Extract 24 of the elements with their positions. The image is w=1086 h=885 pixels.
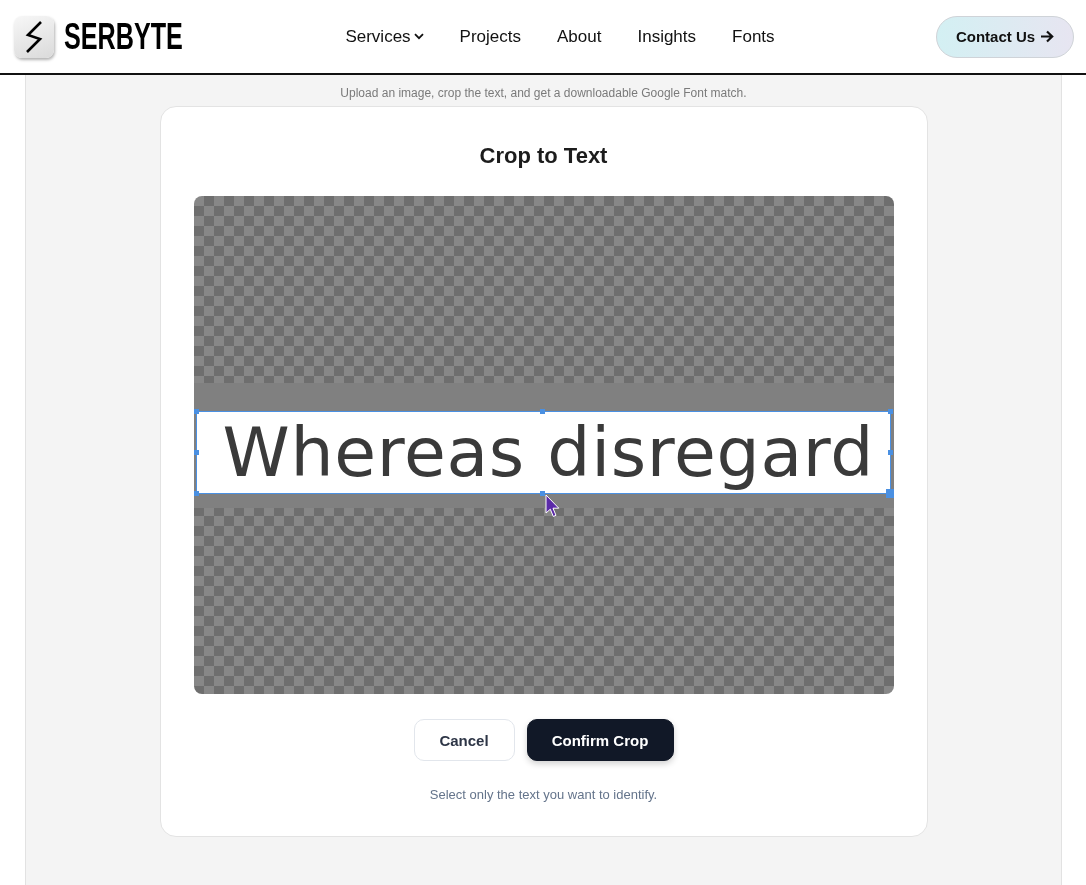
nav-link[interactable]: Services bbox=[345, 26, 424, 47]
cursor-icon bbox=[544, 494, 560, 518]
dialog-title: Crop to Text bbox=[479, 142, 608, 170]
logo-icon[interactable] bbox=[14, 15, 54, 58]
resize-handle[interactable] bbox=[193, 449, 199, 455]
brand-wordmark[interactable]: SERBYTE bbox=[64, 18, 183, 55]
arrow-right-icon bbox=[1040, 30, 1055, 43]
cancel-button[interactable]: Cancel bbox=[413, 719, 515, 761]
resize-handle[interactable] bbox=[540, 491, 545, 496]
confirm-crop-button[interactable]: Confirm Crop bbox=[526, 719, 674, 761]
hint-text: Select only the text you want to identify. bbox=[429, 786, 658, 804]
resize-handle[interactable] bbox=[193, 491, 199, 496]
resize-handle[interactable] bbox=[887, 449, 893, 455]
nav-link[interactable]: About bbox=[557, 26, 602, 47]
contact-us-button[interactable]: Contact Us bbox=[936, 15, 1074, 58]
chevron-down-icon bbox=[413, 33, 424, 40]
resize-handle[interactable] bbox=[193, 409, 199, 414]
nav-link[interactable]: Fonts bbox=[732, 26, 775, 47]
nav-link[interactable]: Projects bbox=[459, 26, 521, 47]
resize-handle[interactable] bbox=[540, 409, 545, 414]
corner-resize-handle[interactable] bbox=[885, 489, 894, 498]
page-subtitle: Upload an image, crop the text, and get a downloadable Google Font match. bbox=[340, 85, 747, 101]
nav-link[interactable]: Insights bbox=[637, 26, 697, 47]
resize-handle[interactable] bbox=[887, 409, 893, 414]
